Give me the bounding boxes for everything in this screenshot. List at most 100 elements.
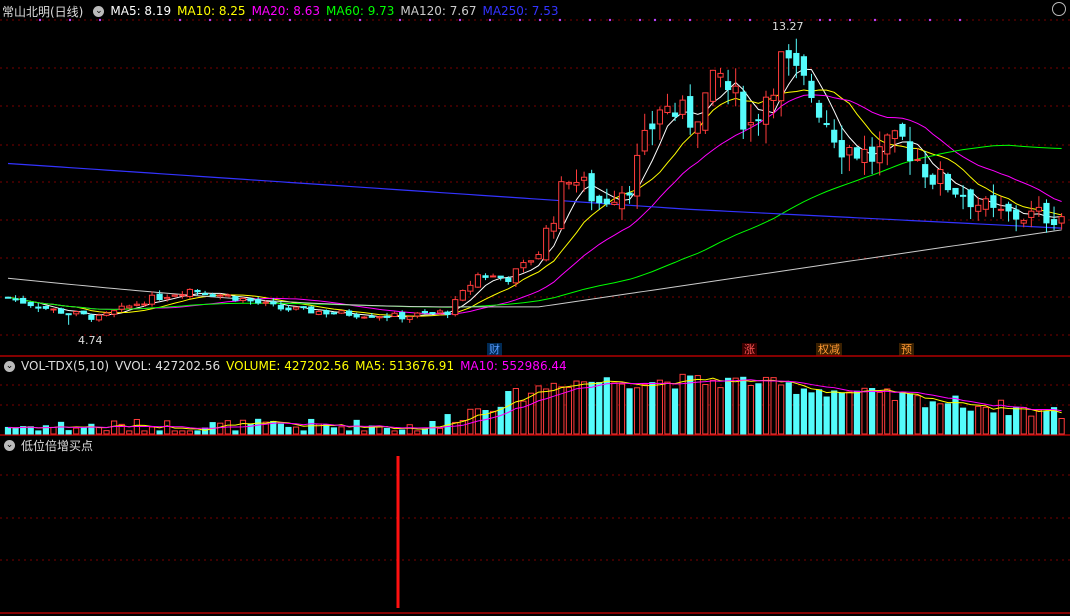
volume-bar (255, 418, 262, 435)
volume-bar (664, 381, 671, 435)
volume-bar (861, 387, 868, 435)
top-dot (458, 18, 462, 22)
volume-bar (869, 388, 876, 435)
candle-body (1035, 206, 1042, 212)
candle-body (429, 312, 436, 315)
candle-body (57, 308, 65, 314)
volume-bar (740, 376, 747, 435)
volume-bar (148, 426, 156, 435)
candle-body (497, 275, 504, 279)
candle-body (573, 182, 580, 186)
volume-bar (1013, 407, 1020, 435)
volume-bar (452, 421, 459, 435)
candle-body (346, 310, 353, 316)
candle-body (717, 72, 724, 78)
candle-body (42, 306, 49, 309)
candle-body (1043, 202, 1050, 224)
candle-body (732, 85, 739, 94)
candle-body (853, 147, 861, 159)
top-dot (178, 18, 182, 22)
top-dot (873, 18, 877, 22)
candle-body (270, 301, 277, 305)
candle-body (959, 194, 967, 197)
candle-body (944, 173, 952, 191)
candle-body (285, 307, 292, 311)
volume-bar (338, 426, 345, 435)
candle-body (126, 305, 133, 309)
volume-bar (156, 430, 163, 435)
candle-body (762, 96, 770, 125)
volume-bar (709, 379, 717, 435)
top-dot (668, 18, 672, 22)
candle-body (891, 130, 898, 140)
candle-body (899, 123, 906, 137)
candle-body (459, 290, 466, 301)
candle-body (838, 140, 845, 158)
candle-body (414, 312, 421, 317)
volume-bar (982, 406, 989, 435)
volume-bar (778, 384, 785, 435)
top-dot (788, 18, 792, 22)
candle-body (1058, 216, 1065, 224)
volume-bar (618, 383, 626, 435)
volume-bar (1005, 415, 1012, 435)
volume-bar (717, 387, 724, 435)
candle-body (914, 159, 921, 162)
candle-body (747, 122, 754, 126)
volume-bar (111, 420, 118, 435)
candle-body (35, 306, 42, 309)
volume-bar (990, 412, 997, 435)
candle-body (406, 316, 413, 320)
volume-bar (50, 426, 57, 435)
volume-bar (906, 393, 914, 435)
volume-bar (755, 383, 762, 435)
candle-body (990, 195, 997, 208)
volume-bar (565, 386, 573, 435)
candle-body (520, 262, 527, 269)
top-dot (818, 18, 822, 22)
volume-bar (57, 421, 65, 435)
candle-body (141, 303, 148, 306)
volume-bar (762, 376, 770, 435)
volume-bar (1050, 407, 1058, 435)
kline-chart[interactable] (0, 0, 1070, 616)
volume-bar (88, 423, 95, 435)
volume-bar (596, 382, 603, 435)
candle-body (709, 69, 717, 102)
candle-body (869, 146, 876, 162)
volume-bar (687, 375, 694, 435)
ma60-line (7, 144, 1062, 310)
candle-body (815, 102, 823, 118)
top-dot (728, 18, 732, 22)
top-dot (688, 18, 692, 22)
volume-bar (399, 429, 406, 435)
volume-bar (1020, 406, 1027, 435)
candle-body (1020, 220, 1027, 224)
candle-body (588, 173, 595, 202)
volume-bar (838, 392, 845, 435)
candle-body (997, 208, 1005, 211)
top-dot (358, 18, 362, 22)
candle-body (967, 189, 974, 208)
volume-bar (186, 430, 194, 435)
candle-body (255, 298, 262, 304)
ma250-line (7, 162, 1062, 229)
candle-body (671, 112, 679, 117)
candle-body (626, 192, 633, 196)
volume-bar (588, 381, 595, 435)
candle-body (209, 294, 216, 297)
volume-bar (217, 422, 224, 435)
volume-bar (823, 396, 830, 435)
top-dot (588, 18, 592, 22)
candle-body (906, 141, 914, 162)
candle-body (4, 296, 12, 299)
candle-body (603, 198, 610, 205)
volume-bar (164, 420, 171, 435)
volume-bar (891, 399, 898, 435)
volume-bar (308, 418, 315, 435)
candle-body (982, 198, 989, 210)
volume-bar (361, 430, 368, 435)
volume-bar (922, 407, 929, 435)
candle-body (922, 164, 929, 178)
volume-bar (1035, 409, 1042, 435)
